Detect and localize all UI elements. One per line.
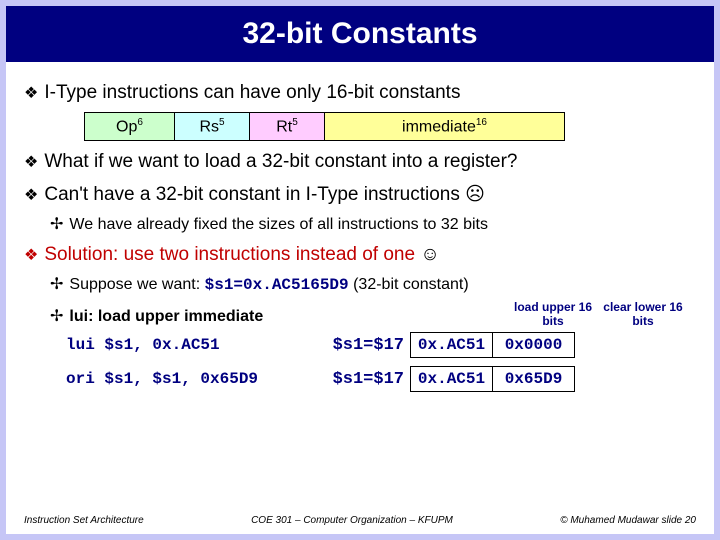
field-rt: Rt5: [250, 113, 325, 141]
title-bar: 32-bit Constants: [6, 6, 714, 62]
lui-upper: 0x.AC51: [411, 333, 493, 358]
code-row-lui: lui $s1, 0x.AC51 $s1=$17 0x.AC51 0x0000: [24, 332, 696, 358]
footer-left: Instruction Set Architecture: [24, 515, 144, 526]
sub-bullet-lui: ✢ lui: load upper immediate: [50, 306, 512, 326]
field-rs: Rs5: [175, 113, 250, 141]
footer: Instruction Set Architecture COE 301 – C…: [24, 515, 696, 526]
slide-content: ❖ I-Type instructions can have only 16-b…: [6, 62, 714, 392]
sub-bullet-suppose: ✢ Suppose we want: $s1=0x.AC5165D9 (32-b…: [50, 274, 696, 294]
sub-bullet-1: ✢ We have already fixed the sizes of all…: [50, 214, 696, 234]
header-load-upper: load upper 16 bits: [512, 300, 594, 328]
bullet-1-text: I-Type instructions can have only 16-bit…: [44, 82, 460, 104]
lui-instruction: lui $s1, 0x.AC51: [66, 336, 316, 354]
footer-right: © Muhamed Mudawar slide 20: [560, 515, 696, 526]
footer-center: COE 301 – Computer Organization – KFUPM: [251, 515, 453, 526]
diamond-icon: ❖: [24, 185, 38, 205]
lui-result-table: 0x.AC51 0x0000: [410, 332, 575, 358]
diamond-icon: ❖: [24, 152, 38, 172]
bullet-2: ❖ What if we want to load a 32-bit const…: [24, 151, 696, 173]
lui-register: $s1=$17: [316, 336, 410, 355]
sub-bullet-1-text: We have already fixed the sizes of all i…: [69, 216, 488, 234]
ori-lower: 0x65D9: [493, 367, 575, 392]
plus-icon: ✢: [50, 274, 63, 294]
sub-suppose-text: Suppose we want: $s1=0x.AC5165D9 (32-bit…: [69, 276, 468, 294]
bullet-3: ❖ Can't have a 32-bit constant in I-Type…: [24, 183, 696, 206]
ori-register: $s1=$17: [316, 370, 410, 389]
plus-icon: ✢: [50, 214, 63, 234]
bullet-solution: ❖ Solution: use two instructions instead…: [24, 244, 696, 266]
sad-face-icon: ☹: [465, 184, 485, 205]
plus-icon: ✢: [50, 306, 63, 326]
lui-lower: 0x0000: [493, 333, 575, 358]
ori-upper: 0x.AC51: [411, 367, 493, 392]
diamond-icon: ❖: [24, 83, 38, 103]
bullet-3-text: Can't have a 32-bit constant in I-Type i…: [44, 183, 485, 206]
code-row-ori: ori $s1, $s1, 0x65D9 $s1=$17 0x.AC51 0x6…: [24, 366, 696, 392]
field-immediate: immediate16: [325, 113, 565, 141]
ori-instruction: ori $s1, $s1, 0x65D9: [66, 370, 316, 388]
ori-result-table: 0x.AC51 0x65D9: [410, 366, 575, 392]
bullet-2-text: What if we want to load a 32-bit constan…: [44, 151, 517, 173]
happy-face-icon: ☺: [420, 244, 439, 265]
page-title: 32-bit Constants: [242, 17, 477, 51]
sub-lui-text: lui: load upper immediate: [69, 308, 263, 326]
diamond-icon: ❖: [24, 245, 38, 265]
instruction-format-table: Op6 Rs5 Rt5 immediate16: [84, 112, 565, 141]
header-clear-lower: clear lower 16 bits: [602, 300, 684, 328]
bullet-1: ❖ I-Type instructions can have only 16-b…: [24, 82, 696, 104]
field-op: Op6: [85, 113, 175, 141]
bullet-solution-text: Solution: use two instructions instead o…: [44, 244, 439, 266]
column-headers: load upper 16 bits clear lower 16 bits: [512, 300, 684, 328]
